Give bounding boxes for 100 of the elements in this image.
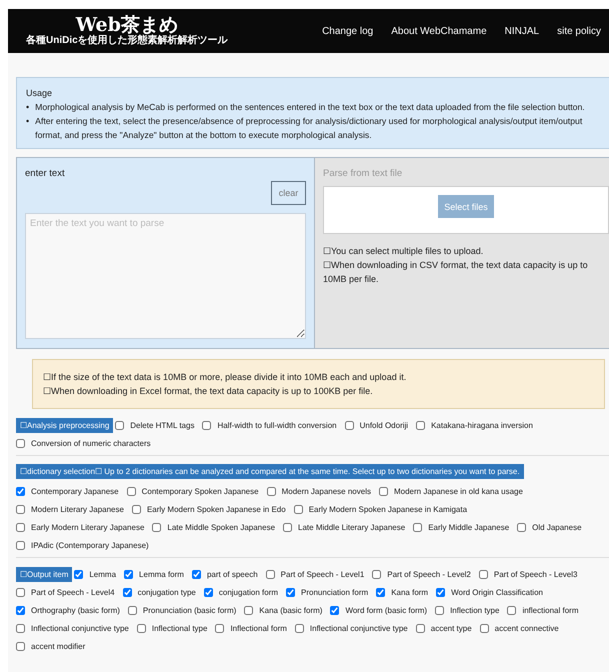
usage-title: Usage [26, 87, 54, 100]
option-label: Modern Japanese novels [282, 486, 371, 496]
checkbox[interactable] [413, 522, 422, 532]
checkbox[interactable] [16, 522, 25, 532]
option-label: part of speech [206, 570, 258, 578]
option-label: Unfold Odoriji [360, 420, 408, 430]
checkbox[interactable] [122, 588, 132, 596]
option-label: Katakana-hiragana inversion [431, 420, 533, 430]
option-label: Word form (basic form) [345, 606, 428, 614]
checkbox[interactable] [294, 504, 303, 514]
option-label: Late Middle Literary Japanese [298, 522, 406, 532]
checkbox[interactable] [136, 624, 146, 632]
nav-link[interactable]: Change log [322, 26, 374, 36]
nav-link[interactable]: site policy [557, 26, 601, 36]
checkbox[interactable] [244, 606, 254, 614]
option-label: Half-width to full-width conversion [217, 420, 337, 430]
option-label: IPAdic (Contemporary Japanese) [31, 540, 149, 550]
checkbox[interactable] [126, 486, 136, 496]
checkbox[interactable] [204, 588, 213, 596]
section-heading: ☐Output item [16, 566, 72, 582]
option-label: Inflectional conjunctive type [310, 624, 408, 632]
checkbox[interactable] [286, 588, 296, 596]
option-label: conjugation type [138, 588, 196, 596]
checkbox[interactable] [376, 588, 386, 596]
checkbox[interactable] [192, 570, 201, 578]
nav-link[interactable]: About WebChamame [391, 26, 487, 36]
checkbox[interactable] [115, 420, 124, 430]
option-label: Early Modern Literary Japanese [31, 522, 144, 532]
option-label: accent connective [494, 624, 559, 632]
checkbox[interactable] [16, 624, 25, 632]
option-label: Inflection type [450, 606, 500, 614]
site-tagline: 各種UniDicを使用した形態素解析解析ツール [26, 35, 228, 47]
checkbox[interactable] [435, 606, 444, 614]
checkbox[interactable] [202, 420, 212, 430]
checkbox[interactable] [294, 624, 304, 632]
option-label: Early Modern Spoken Japanese in Edo [146, 504, 286, 514]
option-label: Early Modern Spoken Japanese in Kamigata [308, 504, 468, 514]
option-label: Kana form [391, 588, 428, 596]
option-label: Lemma [89, 570, 116, 578]
checkbox[interactable] [215, 624, 224, 632]
option-label: Inflectional type [152, 624, 208, 632]
checkbox[interactable] [152, 522, 162, 532]
checkbox[interactable] [16, 504, 25, 514]
option-label: Modern Literary Japanese [31, 504, 124, 514]
text-input-field[interactable]: Enter the text you want to parse [25, 213, 306, 339]
checkbox[interactable] [16, 486, 25, 496]
checkbox[interactable] [517, 522, 526, 532]
clear-button[interactable]: clear [271, 181, 306, 205]
checkbox[interactable] [266, 486, 276, 496]
checkbox[interactable] [266, 570, 275, 578]
option-label: Pronunciation form [301, 588, 368, 596]
option-label: Part of Speech - Level1 [280, 570, 364, 578]
checkbox[interactable] [344, 420, 354, 430]
checkbox[interactable] [16, 642, 25, 650]
checkbox[interactable] [416, 624, 425, 632]
section-heading: ☐dictionary selection☐ Up to 2 dictionaries can be analyzed and compared at the same time. Select up to two dictionaries you want to parse. [16, 464, 524, 479]
option-label: accent modifier [31, 642, 86, 650]
file-note: ☐You can select multiple files to upload. [323, 245, 484, 258]
checkbox[interactable] [378, 486, 388, 496]
checkbox[interactable] [16, 438, 25, 448]
checkbox[interactable] [330, 606, 340, 614]
option-label: Conversion of numeric characters [31, 438, 151, 448]
option-label: inflectional form [522, 606, 578, 614]
checkbox[interactable] [16, 606, 25, 614]
option-label: Pronunciation (basic form) [142, 606, 236, 614]
option-label: conjugation form [218, 588, 278, 596]
checkbox[interactable] [372, 570, 382, 578]
option-label: Part of Speech - Level3 [494, 570, 578, 578]
file-note: ☐When downloading in CSV format, the text data capacity is up to 10MB per file. [323, 259, 589, 286]
checkbox[interactable] [16, 540, 25, 550]
checkbox[interactable] [478, 570, 488, 578]
option-label: Orthography (basic form) [31, 606, 120, 614]
checkbox[interactable] [132, 504, 141, 514]
usage-item: Morphological analysis by MeCab is performed on the sentences entered in the text box or the text data uploaded from the file selection button. [35, 101, 586, 114]
site-logo[interactable]: Web茶まめ [76, 15, 178, 35]
usage-item: After entering the text, select the presence/absence of preprocessing for analysis/dictionary used for morphological analysis/output item/output format, and press the "Analyze" button at the bottom to execute morphological analysis. [35, 115, 584, 142]
option-label: Kana (basic form) [259, 606, 322, 614]
option-label: Part of Speech - Level2 [387, 570, 471, 578]
checkbox[interactable] [283, 522, 292, 532]
option-label: Delete HTML tags [130, 420, 194, 430]
nav-link[interactable]: NINJAL [504, 26, 540, 36]
checkbox[interactable] [416, 420, 426, 430]
option-label: Part of Speech - Level4 [31, 588, 115, 596]
checkbox[interactable] [16, 588, 25, 596]
checkbox[interactable] [507, 606, 516, 614]
checkbox[interactable] [74, 570, 84, 578]
checkbox[interactable] [480, 624, 489, 632]
bullet-mark: • [26, 101, 30, 114]
option-label: Late Middle Spoken Japanese [167, 522, 276, 532]
panel-title: enter text [25, 168, 66, 179]
checkbox[interactable] [124, 570, 134, 578]
checkbox[interactable] [128, 606, 137, 614]
option-label: Word Origin Classification [451, 588, 543, 596]
option-label: Inflectional conjunctive type [31, 624, 129, 632]
checkbox[interactable] [436, 588, 446, 596]
option-label: Inflectional form [230, 624, 287, 632]
option-label: Lemma form [139, 570, 184, 578]
option-label: Contemporary Japanese [31, 486, 119, 496]
notice-text: ☐When downloading in Excel format, the text data capacity is up to 100KB per file. [43, 385, 374, 398]
option-label: Modern Japanese in old kana usage [394, 486, 523, 496]
